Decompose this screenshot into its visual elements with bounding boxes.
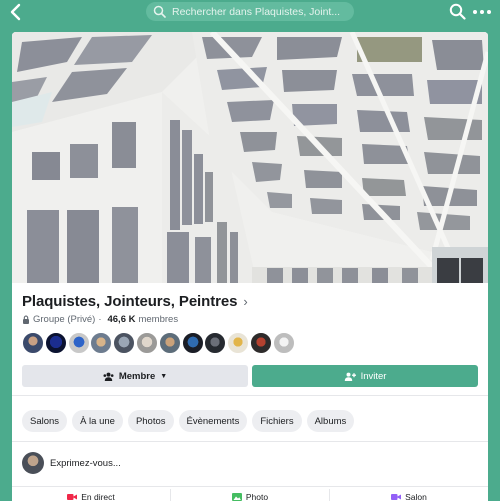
tab-events[interactable]: Évènements [178, 410, 248, 432]
tab-photos[interactable]: Photos [127, 410, 174, 432]
cover-image [12, 32, 488, 283]
group-title-link[interactable]: Plaquistes, Jointeurs, Peintres › [22, 291, 248, 311]
divider [12, 395, 488, 396]
photo-icon [231, 493, 242, 501]
member-avatars[interactable] [22, 332, 296, 354]
live-video-label: En direct [81, 492, 115, 501]
avatar [249, 332, 272, 354]
search-placeholder: Rechercher dans Plaquistes, Joint... [172, 5, 341, 18]
room-label: Salon [405, 492, 427, 501]
avatar [113, 332, 136, 354]
chevron-right-icon: › [243, 293, 248, 309]
live-video-icon [67, 494, 78, 500]
add-person-icon [344, 372, 356, 381]
group-card: Plaquistes, Jointeurs, Peintres › Groupe… [12, 32, 488, 501]
back-arrow-icon[interactable] [8, 3, 24, 21]
meta-separator: · [98, 313, 102, 325]
photo-button[interactable]: Photo [171, 489, 329, 501]
search-icon [153, 5, 166, 18]
live-video-button[interactable]: En direct [12, 489, 170, 501]
avatar [272, 332, 295, 354]
composer-prompt: Exprimez-vous... [50, 457, 121, 469]
avatar [22, 332, 44, 354]
avatar [90, 332, 113, 354]
caret-down-icon: ▼ [160, 372, 168, 380]
members-label: membres [138, 313, 179, 325]
tab-featured[interactable]: À la une [72, 410, 123, 432]
avatar [181, 332, 204, 354]
room-icon [391, 494, 402, 500]
more-icon[interactable] [472, 3, 492, 20]
member-button[interactable]: Membre ▼ [22, 365, 248, 387]
post-composer[interactable]: Exprimez-vous... [22, 450, 121, 476]
avatar [44, 332, 67, 354]
members-icon [103, 372, 114, 381]
tab-albums[interactable]: Albums [306, 410, 355, 432]
avatar [67, 332, 90, 354]
tab-files[interactable]: Fichiers [252, 410, 302, 432]
group-privacy: Groupe (Privé) [33, 313, 96, 325]
cover-photo[interactable] [12, 32, 488, 283]
group-title: Plaquistes, Jointeurs, Peintres [22, 292, 238, 310]
member-button-label: Membre [118, 370, 156, 382]
avatar [22, 452, 44, 474]
top-bar: Rechercher dans Plaquistes, Joint... [0, 0, 500, 24]
invite-button-label: Inviter [360, 370, 387, 382]
tab-salons[interactable]: Salons [22, 410, 68, 432]
lock-icon [23, 315, 29, 324]
photo-label: Photo [245, 492, 269, 501]
divider [12, 441, 488, 442]
avatar [135, 332, 158, 354]
divider [12, 486, 488, 487]
invite-button[interactable]: Inviter [252, 365, 478, 387]
room-button[interactable]: Salon [330, 489, 488, 501]
composer-actions: En direct Photo Salon [12, 489, 488, 501]
search-icon[interactable] [449, 3, 466, 20]
group-meta: Groupe (Privé) · 46,6 K membres [22, 312, 178, 326]
avatar [158, 332, 181, 354]
avatar [227, 332, 250, 354]
group-tabs: Salons À la une Photos Évènements Fichie… [22, 410, 359, 432]
search-input[interactable]: Rechercher dans Plaquistes, Joint... [146, 2, 354, 21]
members-count: 46,6 K [107, 313, 136, 325]
avatar [204, 332, 227, 354]
